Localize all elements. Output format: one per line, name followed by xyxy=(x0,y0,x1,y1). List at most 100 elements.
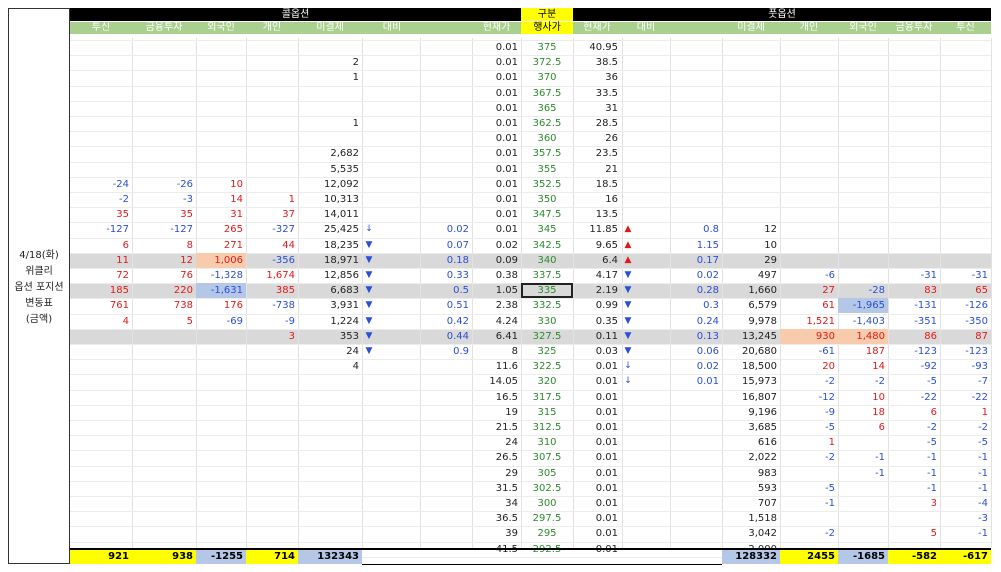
data-cell: -5 xyxy=(927,376,937,388)
data-cell: 29 xyxy=(764,254,777,266)
data-cell: 13.5 xyxy=(595,209,618,221)
data-cell: 185 xyxy=(109,285,129,297)
data-cell: -126 xyxy=(965,300,988,312)
data-cell: -7 xyxy=(978,376,988,388)
data-cell: 6,683 xyxy=(330,285,359,297)
change-arrow-icon: ↓ xyxy=(624,361,632,372)
col-header-put-price: 현재가 xyxy=(573,22,621,34)
data-cell: 9.65 xyxy=(595,239,618,251)
put-header: 풋옵션 xyxy=(573,8,991,21)
data-cell: -1 xyxy=(927,467,937,479)
data-cell: 6.4 xyxy=(602,254,618,266)
data-cell: -3 xyxy=(183,194,193,205)
data-cell: 0.01 xyxy=(595,482,618,494)
col-header-put-fin: 금융투자 xyxy=(888,22,940,34)
change-arrow-icon: ▼ xyxy=(624,315,632,326)
data-cell: -1 xyxy=(875,467,885,479)
data-cell: 0.02 xyxy=(696,361,719,373)
strike-cell: 347.5 xyxy=(532,209,562,221)
data-cell: 1,674 xyxy=(266,270,295,281)
strike-cell: 352.5 xyxy=(532,178,562,190)
data-cell: 497 xyxy=(757,270,777,281)
data-cell: 0.01 xyxy=(595,528,618,540)
col-header-strike: 행사가 xyxy=(521,22,573,34)
data-cell: 23.5 xyxy=(595,148,618,160)
data-cell: 0.01 xyxy=(495,57,518,69)
total-call-fin: 938 xyxy=(132,550,196,564)
data-cell: 0.01 xyxy=(595,467,618,479)
side-label-line: 옵션 포지션 xyxy=(14,282,64,293)
strike-cell: 360 xyxy=(537,133,557,145)
data-cell: 12,856 xyxy=(324,270,359,281)
data-cell: 3,931 xyxy=(330,300,359,312)
change-arrow-icon: ▼ xyxy=(624,346,632,356)
data-cell: 0.01 xyxy=(495,72,518,84)
data-cell: 0.13 xyxy=(696,330,719,342)
data-cell: 20 xyxy=(822,361,835,373)
data-cell: 12,092 xyxy=(324,178,359,190)
col-header-put-foreign: 외국인 xyxy=(838,22,888,34)
data-cell: -31 xyxy=(920,270,937,281)
data-cell: 83 xyxy=(924,285,937,297)
data-cell: 0.01 xyxy=(495,194,518,205)
data-cell: 35 xyxy=(180,209,193,221)
data-cell: 0.3 xyxy=(703,300,719,312)
data-cell: -1 xyxy=(978,452,988,464)
strike-cell: 307.5 xyxy=(532,452,562,464)
data-cell: 0.02 xyxy=(446,224,469,236)
data-cell: -5 xyxy=(825,422,835,433)
data-cell: 4 xyxy=(352,361,359,373)
strike-cell: 370 xyxy=(537,72,557,84)
col-header-put-indiv: 개인 xyxy=(780,22,838,34)
col-header-call-trust: 투신 xyxy=(70,22,132,34)
data-cell: 37 xyxy=(282,209,295,221)
data-cell: 86 xyxy=(924,330,937,342)
strike-cell: 322.5 xyxy=(532,361,562,373)
data-cell: 616 xyxy=(757,437,777,449)
data-cell: 15,973 xyxy=(742,376,777,388)
data-cell: 20,680 xyxy=(742,346,777,357)
total-put-foreign: -1685 xyxy=(838,550,888,564)
data-cell: -1 xyxy=(927,482,937,494)
data-cell: -9 xyxy=(285,315,295,327)
data-cell: 4.17 xyxy=(595,270,618,281)
data-cell: -1 xyxy=(978,482,988,494)
data-cell: -2 xyxy=(119,194,129,205)
data-cell: -1 xyxy=(927,452,937,464)
data-cell: 0.02 xyxy=(495,239,518,251)
data-cell: -1 xyxy=(875,452,885,464)
col-header-put-change: 대비 xyxy=(622,22,670,34)
data-cell: 16.5 xyxy=(495,391,518,403)
data-cell: 0.01 xyxy=(495,224,518,236)
data-cell: 34 xyxy=(505,498,518,509)
data-cell: 8 xyxy=(186,239,193,251)
data-cell: 187 xyxy=(865,346,885,357)
col-header-put-trust: 투신 xyxy=(940,22,991,34)
strike-cell: 362.5 xyxy=(532,118,562,129)
data-cell: 18 xyxy=(872,406,885,418)
data-cell: 39 xyxy=(505,528,518,540)
data-cell: -2 xyxy=(825,528,835,540)
data-cell: 31 xyxy=(605,102,618,114)
strike-cell: 345 xyxy=(537,224,557,236)
data-cell: -327 xyxy=(272,224,295,236)
data-cell: -1,403 xyxy=(852,315,885,327)
data-cell: 14 xyxy=(230,194,243,205)
data-cell: 76 xyxy=(180,270,193,281)
data-cell: 2 xyxy=(352,57,359,69)
data-cell: 761 xyxy=(109,300,129,312)
data-cell: 0.01 xyxy=(495,42,518,53)
data-cell: 24 xyxy=(346,346,359,357)
change-arrow-icon: ↓ xyxy=(365,224,373,235)
data-cell: 220 xyxy=(173,285,193,297)
data-cell: 10 xyxy=(872,391,885,403)
side-label-line: 위클리 xyxy=(25,266,53,277)
strike-cell: 305 xyxy=(537,467,557,479)
data-cell: -127 xyxy=(106,224,129,236)
data-cell: 0.01 xyxy=(495,163,518,175)
data-cell: 14 xyxy=(872,361,885,373)
data-cell: 5 xyxy=(930,528,937,540)
data-cell: 28.5 xyxy=(595,118,618,129)
data-cell: -1 xyxy=(825,498,835,509)
change-arrow-icon: ↓ xyxy=(624,376,632,387)
